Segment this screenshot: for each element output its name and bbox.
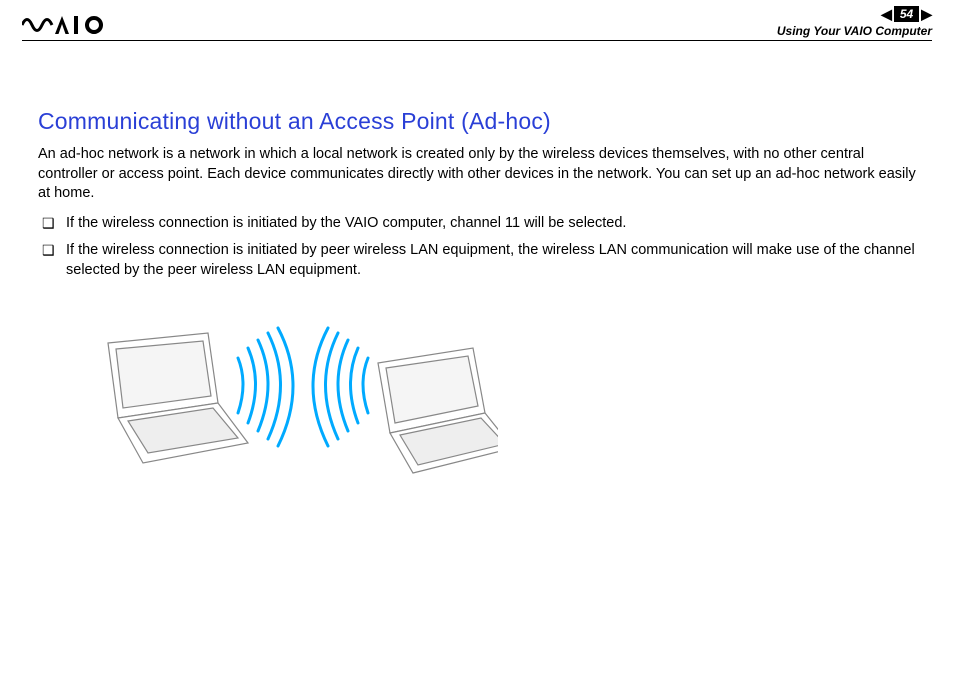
- bullet-list: If the wireless connection is initiated …: [38, 214, 916, 281]
- radio-waves-left-icon: [238, 328, 293, 446]
- page-content: Communicating without an Access Point (A…: [38, 108, 916, 483]
- page-number: 54: [894, 6, 919, 22]
- list-item: If the wireless connection is initiated …: [38, 241, 916, 280]
- list-item: If the wireless connection is initiated …: [38, 214, 916, 234]
- section-label: Using Your VAIO Computer: [777, 24, 932, 38]
- radio-waves-right-icon: [313, 328, 368, 446]
- laptop-right-icon: [378, 348, 498, 473]
- vaio-logo: [22, 14, 118, 41]
- page-header: ◀ 54 ▶ Using Your VAIO Computer: [0, 6, 954, 40]
- laptop-left-icon: [108, 333, 248, 463]
- page-title: Communicating without an Access Point (A…: [38, 108, 916, 135]
- document-page: ◀ 54 ▶ Using Your VAIO Computer Communic…: [0, 0, 954, 674]
- adhoc-diagram: [68, 298, 916, 483]
- page-nav: ◀ 54 ▶ Using Your VAIO Computer: [777, 6, 932, 38]
- prev-page-arrow-icon[interactable]: ◀: [881, 7, 892, 21]
- next-page-arrow-icon[interactable]: ▶: [921, 7, 932, 21]
- intro-paragraph: An ad-hoc network is a network in which …: [38, 145, 916, 204]
- header-rule: [22, 40, 932, 41]
